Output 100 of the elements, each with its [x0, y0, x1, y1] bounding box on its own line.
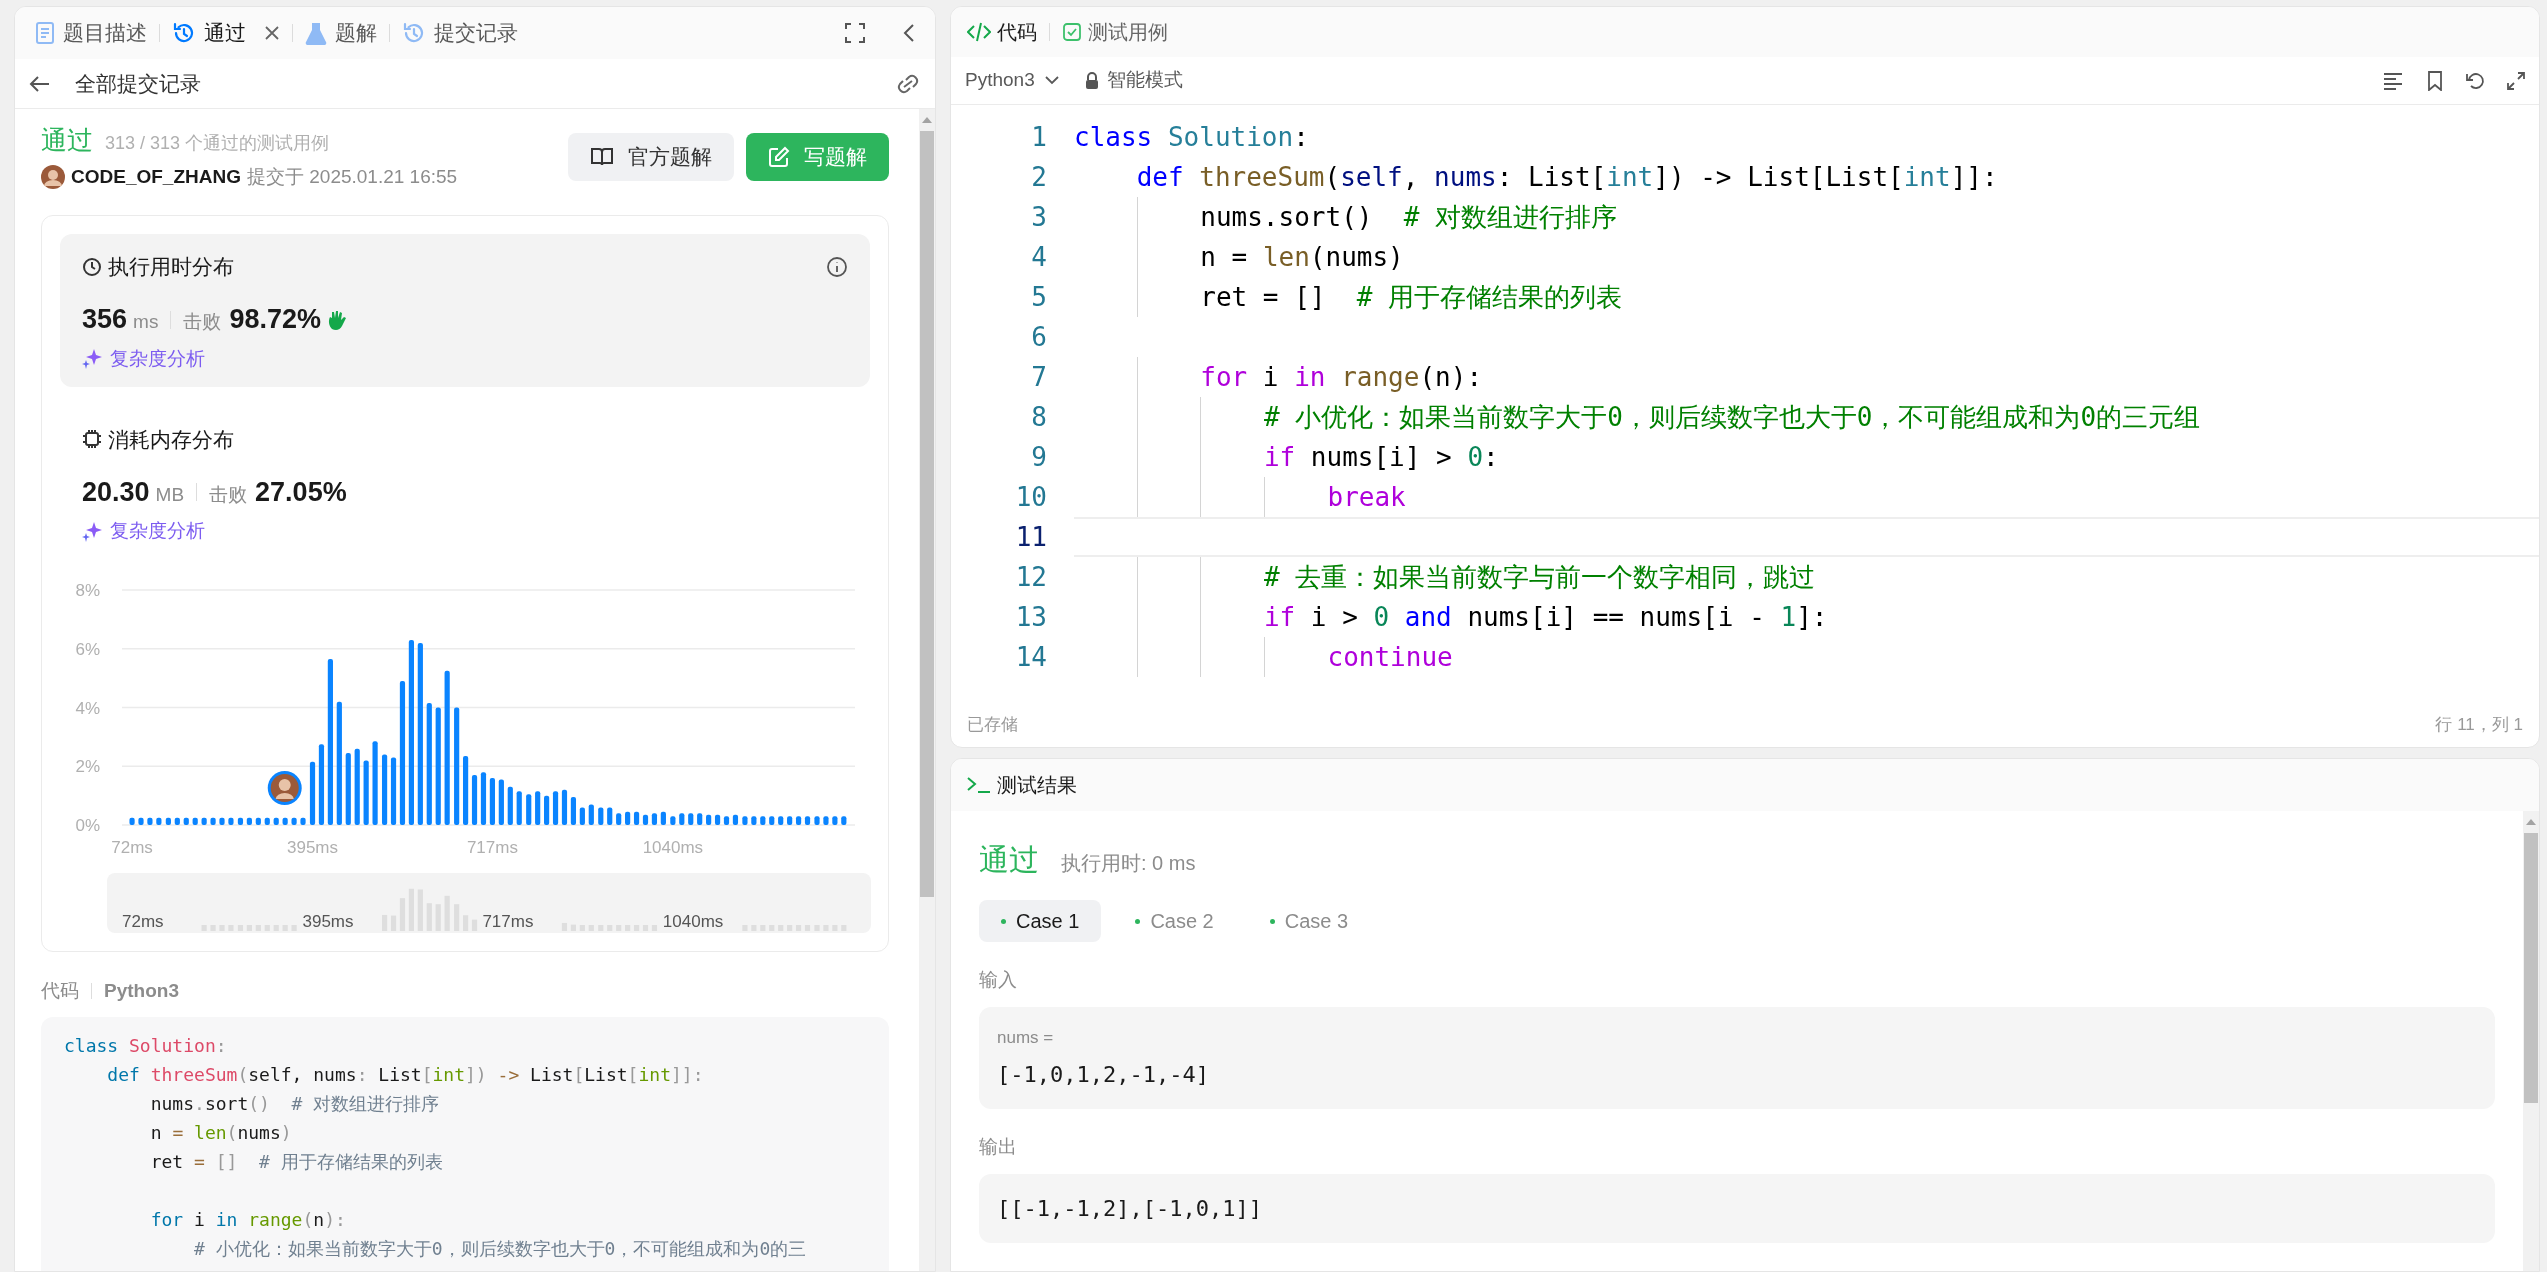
bookmark-icon[interactable] — [2427, 70, 2443, 91]
axis-label: 395ms — [302, 911, 354, 931]
tab[interactable]: 测试用例 — [1062, 17, 1168, 47]
chart-bar — [723, 816, 730, 825]
metric-unit: MB — [155, 483, 185, 507]
mode-label: 智能模式 — [1106, 68, 1183, 93]
chart-bar — [463, 755, 469, 825]
stats-panel[interactable]: 执行用时分布 356 ms 击败 98.72% 复杂度分析 — [60, 234, 870, 387]
chart-bar — [841, 816, 847, 825]
close-icon[interactable] — [264, 25, 280, 41]
tab[interactable]: 题解 — [305, 20, 377, 46]
line-number: 12 — [1014, 560, 1047, 594]
sparkle-icon — [82, 521, 102, 542]
beats-label: 击败 — [183, 311, 222, 335]
chart-bar — [804, 816, 811, 825]
chart-bar — [507, 786, 513, 825]
collapse-icon[interactable] — [903, 23, 915, 43]
tab[interactable]: 题目描述 — [35, 20, 147, 46]
axis-label: 0% — [75, 815, 100, 835]
chart-bar — [237, 817, 244, 825]
chart-bar — [579, 807, 585, 825]
panel-title: 测试结果 — [997, 773, 1077, 798]
tab[interactable]: 通过 — [172, 20, 280, 46]
line-number: 3 — [1030, 200, 1047, 234]
chart-bar — [714, 814, 721, 825]
chart-bar — [670, 816, 676, 825]
line-number: 10 — [1014, 480, 1047, 514]
chart-bar — [526, 794, 532, 825]
chart-bar — [625, 811, 631, 825]
document-icon — [35, 21, 55, 45]
language-dropdown[interactable]: Python3 — [965, 66, 1059, 95]
runtime-text: 执行用时: 0 ms — [1061, 851, 1196, 876]
chart-bar — [273, 817, 279, 825]
code-icon — [967, 22, 991, 42]
axis-label: 72ms — [122, 911, 164, 931]
chart-bar — [201, 817, 207, 825]
sparkle-icon — [82, 349, 102, 370]
range-selector[interactable]: 72ms 395ms 717ms 1040ms — [107, 872, 871, 933]
complexity-link[interactable]: 复杂度分析 — [110, 347, 205, 371]
tab[interactable]: 代码 — [967, 17, 1037, 47]
submit-time: 提交于 2025.01.21 16:55 — [246, 165, 458, 189]
case-tab[interactable]: Case 1 — [979, 900, 1102, 942]
chart-bar — [823, 816, 829, 825]
code-line: def threeSum(self, nums: List[int]) -> List[List[int]]: — [1135, 161, 1998, 194]
scrollbar-thumb[interactable] — [2524, 833, 2538, 1103]
chart-bar — [535, 791, 541, 825]
fullscreen-icon[interactable] — [845, 23, 865, 43]
chart-bar — [760, 816, 766, 825]
chart-bar — [697, 813, 703, 825]
scrollbar-thumb[interactable] — [920, 131, 934, 897]
back-arrow-icon[interactable] — [29, 74, 51, 93]
axis-label: 4% — [75, 698, 100, 718]
avatar — [41, 165, 65, 190]
beats-label: 击败 — [209, 483, 248, 507]
info-icon[interactable] — [826, 255, 848, 278]
axis-label: 717ms — [482, 911, 534, 931]
chart-bar — [561, 789, 568, 825]
complexity-link[interactable]: 复杂度分析 — [110, 520, 205, 543]
chart-bar — [382, 754, 388, 825]
test-count: 313 / 313 个通过的测试用例 — [105, 133, 330, 155]
chart-bar — [219, 817, 225, 825]
back-link[interactable]: 全部提交记录 — [75, 67, 201, 100]
clock-icon — [82, 256, 102, 277]
code-line: n = len(nums) — [149, 1120, 292, 1145]
chart-bar — [300, 817, 306, 825]
expand-icon[interactable] — [2507, 71, 2525, 90]
chart-bar — [642, 814, 649, 825]
chart-bar — [616, 813, 622, 825]
chip-icon — [82, 429, 102, 450]
history-icon — [402, 21, 426, 45]
field-label: 输入 — [979, 968, 1018, 992]
code-line: # 小优化：如果当前数字大于0，则后续数字也大于0，不可能组成和为0的三 — [193, 1236, 807, 1261]
username[interactable]: CODE_OF_ZHANG — [71, 165, 241, 189]
undo-icon[interactable] — [2465, 70, 2485, 91]
beats-value: 98.72% — [229, 303, 321, 336]
chart-bar — [480, 772, 487, 825]
chart-bar — [183, 817, 189, 825]
history-icon — [172, 21, 196, 45]
link-icon[interactable] — [895, 73, 921, 94]
chart-bar — [147, 817, 153, 825]
format-icon[interactable] — [2383, 71, 2403, 90]
chevron-down-icon — [1044, 76, 1059, 85]
chart-bar — [165, 817, 171, 825]
chart-bar — [174, 817, 180, 825]
chart-bar — [156, 817, 162, 825]
chart-bar — [489, 777, 495, 825]
output-value: [[-1,-1,2],[-1,0,1]] — [997, 1194, 1263, 1223]
edit-icon — [768, 146, 790, 168]
chart-bar — [291, 817, 297, 825]
line-number: 9 — [1030, 440, 1047, 474]
chart-bar — [660, 811, 666, 825]
section-label: 代码 — [41, 979, 79, 1003]
chart-bar — [688, 813, 694, 825]
axis-label: 395ms — [287, 837, 339, 857]
official-solution-button[interactable]: 官方题解 — [568, 133, 734, 181]
flask-icon — [305, 21, 327, 45]
chart-bar — [633, 811, 640, 825]
chart-bar — [129, 817, 135, 825]
chart-bar — [588, 804, 594, 825]
tab[interactable]: 提交记录 — [402, 20, 518, 46]
